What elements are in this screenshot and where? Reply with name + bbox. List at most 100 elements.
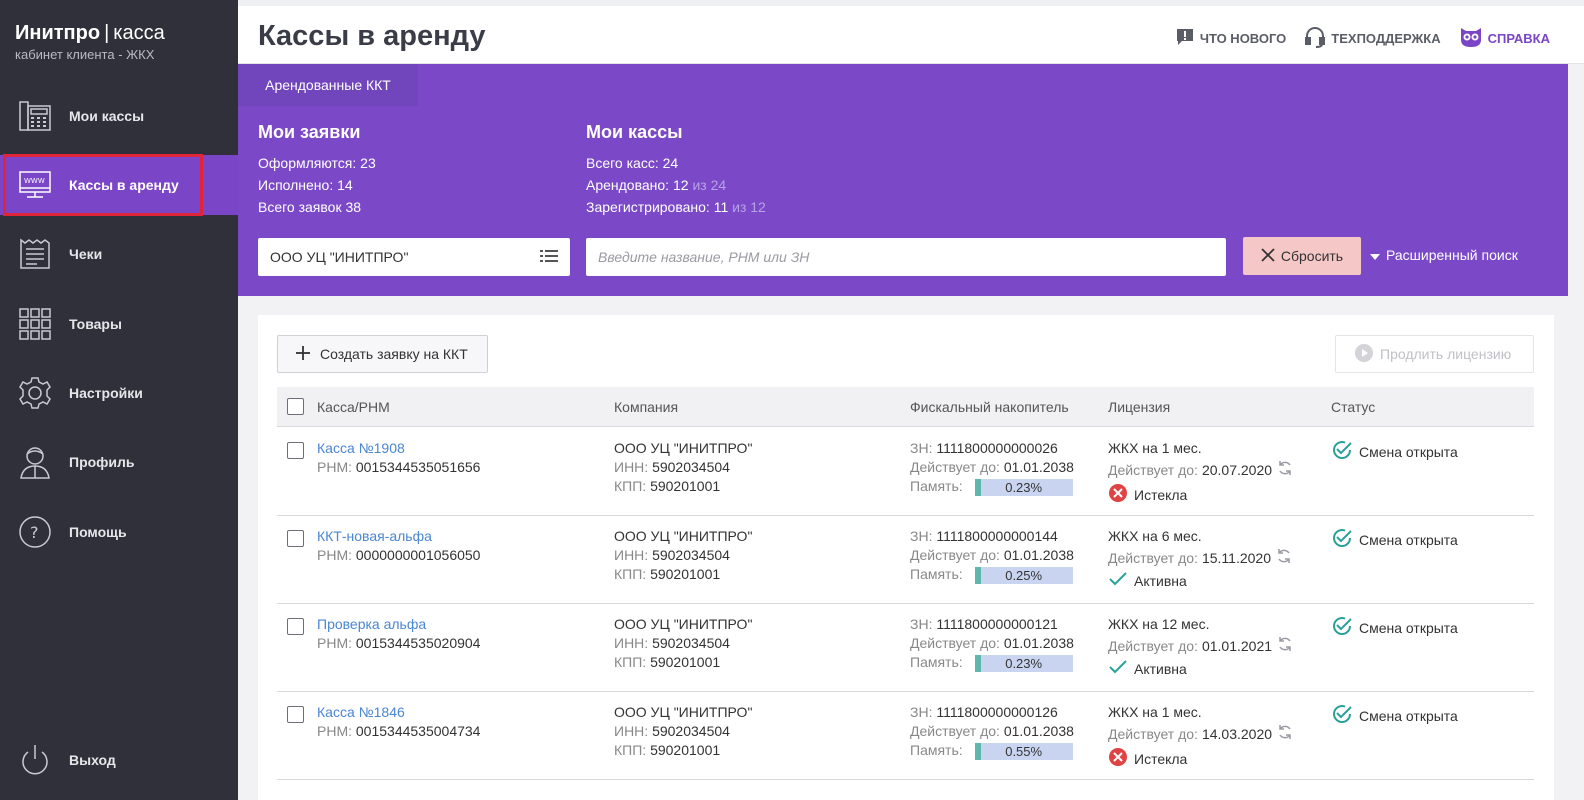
memory-value: 0.23% — [1005, 655, 1043, 671]
license-valid-label: Действует до: — [1108, 462, 1198, 478]
column-header-fn[interactable]: Фискальный накопитель — [910, 399, 1069, 415]
zn-value: 1111800000000121 — [936, 616, 1058, 632]
rnm-line: РНМ: 0015344535051656 — [317, 458, 480, 477]
column-header-company[interactable]: Компания — [614, 399, 678, 415]
sidebar-item-profile[interactable]: Профиль — [0, 432, 238, 492]
inn-label: ИНН: — [614, 459, 649, 475]
status-label: Смена открыта — [1359, 620, 1458, 636]
license-valid-value: 20.07.2020 — [1201, 462, 1273, 478]
memory-bar: 0.23% — [974, 654, 1073, 672]
row-checkbox[interactable] — [287, 618, 304, 635]
memory-label: Память: — [910, 478, 963, 494]
license-valid-label: Действует до: — [1108, 550, 1198, 566]
brand-subtitle: кабинет клиента - ЖКХ — [15, 47, 155, 62]
sidebar-item-label: Товары — [69, 316, 122, 332]
license-state-label: Активна — [1134, 661, 1187, 677]
advanced-search-toggle[interactable]: Расширенный поиск — [1370, 247, 1518, 263]
column-header-register[interactable]: Касса/РНМ — [317, 399, 390, 415]
column-header-license[interactable]: Лицензия — [1108, 399, 1170, 415]
license-state: Истекла — [1108, 483, 1294, 508]
memory-bar: 0.25% — [974, 566, 1073, 584]
license-valid-line: Действует до: 20.07.2020 — [1108, 459, 1294, 482]
kpp-line: КПП: 590201001 — [614, 477, 752, 496]
check-circle-icon — [1331, 527, 1353, 554]
register-link[interactable]: ККТ-новая-альфа — [317, 527, 480, 546]
row-checkbox[interactable] — [287, 530, 304, 547]
sidebar-item-label: Чеки — [69, 246, 103, 262]
rnm-label: РНМ: — [317, 723, 352, 739]
company-cell: ООО УЦ "ИНИТПРО" ИНН: 5902034504 КПП: 59… — [614, 439, 752, 496]
sidebar: Инитпро | касса кабинет клиента - ЖКХ Мои … — [0, 0, 238, 800]
license-name: ЖКХ на 1 мес. — [1108, 440, 1202, 456]
register-cell: ККТ-новая-альфа РНМ: 0000000001056050 — [317, 527, 480, 565]
sidebar-item-help[interactable]: ? Помощь — [0, 502, 238, 562]
create-request-button[interactable]: Создать заявку на ККТ — [277, 335, 488, 373]
license-valid-value: 14.03.2020 — [1201, 726, 1273, 742]
license-state: Активна — [1108, 571, 1293, 592]
select-all-checkbox[interactable] — [287, 398, 304, 415]
header-links: ЧТО НОВОГО ТЕХПОДДЕРЖКА СПРАВКА — [1175, 26, 1550, 51]
row-checkbox[interactable] — [287, 706, 304, 723]
register-link[interactable]: Касса №1908 — [317, 439, 480, 458]
brand-separator: | — [104, 22, 110, 44]
rnm-value: 0015344535051656 — [355, 459, 481, 475]
column-header-status[interactable]: Статус — [1331, 399, 1375, 415]
license-valid-label: Действует до: — [1108, 638, 1198, 654]
whats-new-link[interactable]: ЧТО НОВОГО — [1175, 27, 1286, 50]
support-label: ТЕХПОДДЕРЖКА — [1331, 31, 1441, 46]
license-cell: ЖКХ на 1 мес. Действует до: 20.07.2020 Ис… — [1108, 439, 1294, 508]
renew-icon[interactable] — [1276, 635, 1294, 658]
support-link[interactable]: ТЕХПОДДЕРЖКА — [1304, 26, 1441, 51]
caret-down-icon — [1370, 247, 1380, 263]
rnm-label: РНМ: — [317, 547, 352, 563]
inn-value: 5902034504 — [652, 547, 730, 563]
renew-icon[interactable] — [1276, 459, 1294, 482]
help-link[interactable]: СПРАВКА — [1459, 26, 1550, 51]
company-name: ООО УЦ "ИНИТПРО" — [614, 440, 753, 456]
logout-button[interactable]: Выход — [0, 730, 238, 790]
memory-bar: 0.55% — [974, 742, 1073, 760]
fn-valid-line: Действует до: 01.01.2038 — [910, 546, 1074, 565]
checkmark-icon — [1108, 659, 1128, 680]
brand: Инитпро | касса кабинет клиента - ЖКХ — [15, 22, 165, 62]
license-valid-value: 15.11.2020 — [1201, 550, 1271, 566]
sidebar-item-label: Настройки — [69, 385, 143, 401]
inn-line: ИНН: 5902034504 — [614, 634, 752, 653]
renew-icon[interactable] — [1276, 723, 1294, 746]
list-icon[interactable] — [540, 249, 558, 266]
status-cell: Смена открыта — [1331, 439, 1458, 466]
rnm-label: РНМ: — [317, 459, 352, 475]
sidebar-item-receipts[interactable]: Чеки — [0, 224, 238, 284]
register-cell: Касса №1846 РНМ: 0015344535004734 — [317, 703, 480, 741]
license-valid-label: Действует до: — [1108, 726, 1198, 742]
search-input[interactable] — [586, 238, 1226, 276]
row-checkbox[interactable] — [287, 442, 304, 459]
company-name: ООО УЦ "ИНИТПРО" — [614, 528, 753, 544]
registers-rented-of: из 24 — [692, 177, 727, 193]
kpp-value: 590201001 — [650, 478, 721, 494]
reset-button[interactable]: Сбросить — [1243, 237, 1361, 275]
close-icon — [1261, 247, 1275, 265]
register-link[interactable]: Проверка альфа — [317, 615, 480, 634]
rnm-value: 0015344535020904 — [355, 635, 481, 651]
registers-title: Мои кассы — [586, 122, 683, 142]
zn-value: 1111800000000144 — [936, 528, 1058, 544]
sidebar-item-my-registers[interactable]: Мои кассы — [0, 86, 238, 146]
company-select[interactable]: ООО УЦ "ИНИТПРО" — [258, 238, 570, 276]
sidebar-item-rental-registers[interactable]: WWW Кассы в аренду — [0, 154, 238, 216]
sidebar-item-products[interactable]: Товары — [0, 294, 238, 354]
rnm-label: РНМ: — [317, 635, 352, 651]
fn-cell: ЗН: 1111800000000144 Действует до: 01.01… — [910, 527, 1074, 584]
register-cell: Проверка альфа РНМ: 0015344535020904 — [317, 615, 480, 653]
reset-label: Сбросить — [1280, 248, 1344, 264]
fn-valid-line: Действует до: 01.01.2038 — [910, 634, 1074, 653]
tab-rented-kkt[interactable]: Арендованные ККТ — [238, 64, 418, 106]
company-select-value: ООО УЦ "ИНИТПРО" — [270, 249, 409, 265]
sidebar-item-settings[interactable]: Настройки — [0, 363, 238, 423]
renew-license-button[interactable]: Продлить лицензию — [1335, 335, 1534, 373]
renew-icon[interactable] — [1275, 547, 1293, 570]
summary-panel: Арендованные ККТ Мои заявки Оформляются:… — [238, 64, 1568, 296]
register-link[interactable]: Касса №1846 — [317, 703, 480, 722]
fn-valid-value: 01.01.2038 — [1003, 459, 1074, 475]
fn-valid-label: Действует до: — [910, 723, 1000, 739]
